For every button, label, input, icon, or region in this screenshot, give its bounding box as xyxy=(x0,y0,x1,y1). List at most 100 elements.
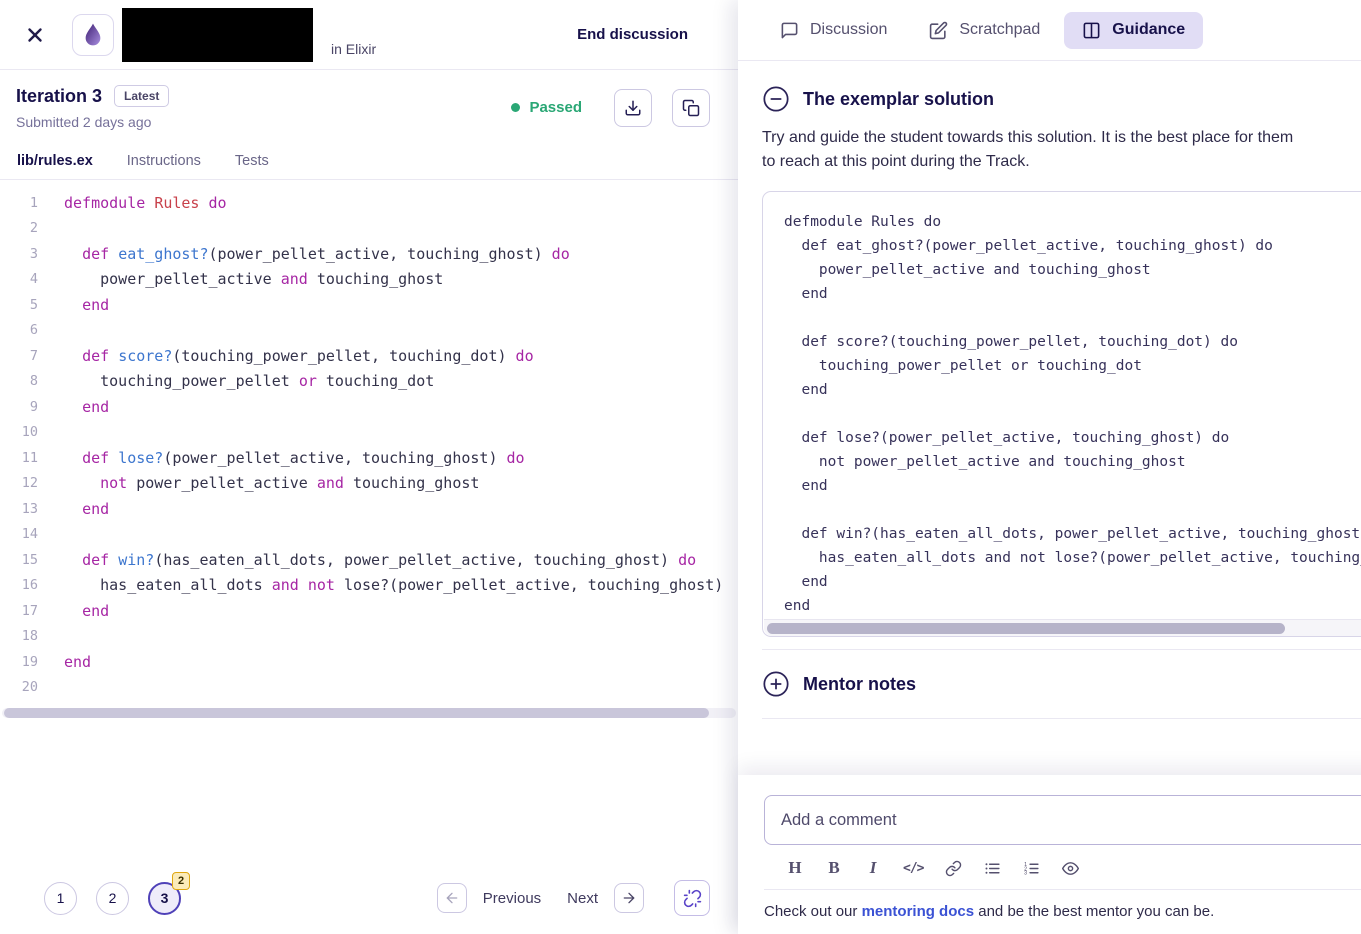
heading-button[interactable]: H xyxy=(786,858,804,877)
code-block-scrollbar-thumb[interactable] xyxy=(767,623,1286,634)
close-button[interactable] xyxy=(22,22,48,48)
bullet-list-button[interactable] xyxy=(983,859,1001,877)
page-button-2[interactable]: 2 xyxy=(96,881,129,915)
mentor-notes-title: Mentor notes xyxy=(803,673,917,694)
exemplar-code: defmodule Rules do def eat_ghost?(power_… xyxy=(784,214,1361,614)
code-line: 14 xyxy=(0,522,738,548)
line-number: 17 xyxy=(21,602,38,619)
previous-label[interactable]: Previous xyxy=(483,890,541,907)
iteration-bar: Iteration 3 Latest Submitted 2 days ago … xyxy=(0,70,738,142)
line-code: def lose?(power_pellet_active, touching_… xyxy=(82,448,525,467)
line-number: 14 xyxy=(21,526,38,543)
line-number: 9 xyxy=(29,398,38,415)
tab-instructions[interactable]: Instructions xyxy=(110,142,218,179)
line-code: def eat_ghost?(power_pellet_active, touc… xyxy=(82,244,570,263)
comment-area: H B I </> 123 Check out our mentoring do… xyxy=(738,775,1361,934)
editor-horizontal-scrollbar[interactable] xyxy=(2,708,736,718)
line-code: end xyxy=(82,499,110,518)
next-page-button[interactable] xyxy=(614,883,644,913)
notification-count-badge: 2 xyxy=(172,871,190,890)
line-number: 11 xyxy=(21,449,38,466)
end-discussion-button[interactable]: End discussion xyxy=(577,26,688,43)
code-line: 19 end xyxy=(0,649,738,675)
code-block-scrollbar[interactable] xyxy=(764,619,1361,636)
link-icon xyxy=(945,860,962,876)
unlink-button[interactable] xyxy=(674,880,710,916)
file-tabs: lib/rules.ex Instructions Tests xyxy=(0,142,738,180)
download-icon xyxy=(625,100,641,115)
code-button[interactable]: </> xyxy=(903,859,925,877)
line-code: def score?(touching_power_pellet, touchi… xyxy=(82,346,534,365)
discussion-icon xyxy=(781,22,798,38)
line-number: 8 xyxy=(29,373,38,390)
iteration-info: Iteration 3 Latest Submitted 2 days ago xyxy=(16,85,170,130)
code-editor: 1 defmodule Rules do 2 3 def eat_ghost?(pow… xyxy=(0,180,738,718)
mentor-panel: Discussion Scratchpad Guidance The exemp… xyxy=(738,0,1361,934)
code-line: 17 end xyxy=(0,598,738,624)
line-code: not power_pellet_active and touching_gho… xyxy=(100,474,480,493)
preview-button[interactable] xyxy=(1061,859,1079,877)
italic-button[interactable]: I xyxy=(864,858,882,877)
line-number: 15 xyxy=(21,551,38,568)
tab-discussion[interactable]: Discussion xyxy=(762,12,905,49)
tab-file-rules[interactable]: lib/rules.ex xyxy=(0,142,110,179)
code-line: 9 end xyxy=(0,394,738,420)
download-button[interactable] xyxy=(614,88,652,127)
line-number: 2 xyxy=(29,220,38,237)
code-line: 13 end xyxy=(0,496,738,522)
line-number: 4 xyxy=(29,271,38,288)
code-line: 7 def score?(touching_power_pellet, touc… xyxy=(0,343,738,369)
tests-status: Passed xyxy=(511,99,582,116)
plus-circle-icon xyxy=(763,671,789,697)
iteration-actions: Passed xyxy=(511,88,710,127)
line-code: def win?(has_eaten_all_dots, power_pelle… xyxy=(82,550,697,569)
line-code: has_eaten_all_dots and not lose?(power_p… xyxy=(64,576,724,595)
code-line: 1 defmodule Rules do xyxy=(0,190,738,216)
page-button-1[interactable]: 1 xyxy=(44,881,77,915)
copy-button[interactable] xyxy=(672,88,710,127)
line-number: 3 xyxy=(29,245,38,262)
minus-circle-icon xyxy=(763,86,789,112)
comment-input[interactable] xyxy=(764,795,1361,845)
code-editor-lines: 1 defmodule Rules do 2 3 def eat_ghost?(pow… xyxy=(0,190,738,700)
solution-header: in Elixir End discussion xyxy=(0,0,738,70)
footer-text-suffix: and be the best mentor you can be. xyxy=(974,903,1215,920)
editor-scrollbar-thumb[interactable] xyxy=(4,708,709,718)
track-logo xyxy=(72,13,114,56)
tab-tests[interactable]: Tests xyxy=(218,142,286,179)
line-number: 10 xyxy=(21,424,38,441)
previous-page-button[interactable] xyxy=(436,883,467,913)
line-number: 20 xyxy=(21,679,38,696)
bullet-list-icon xyxy=(985,862,1000,874)
line-number: 5 xyxy=(29,296,38,313)
bold-button[interactable]: B xyxy=(825,858,843,877)
iteration-pagination: 1 2 3 2 Previous Next xyxy=(0,871,738,934)
tab-scratchpad[interactable]: Scratchpad xyxy=(911,12,1058,49)
numbered-list-icon: 123 xyxy=(1024,862,1039,876)
collapse-section-button[interactable] xyxy=(762,85,790,113)
next-label[interactable]: Next xyxy=(567,890,598,907)
code-line: 20 xyxy=(0,675,738,701)
line-number: 12 xyxy=(21,475,38,492)
track-label: in Elixir xyxy=(331,41,377,57)
page-button-3[interactable]: 3 2 xyxy=(148,871,190,915)
elixir-drop-icon xyxy=(85,23,101,45)
eye-icon xyxy=(1061,861,1079,875)
link-button[interactable] xyxy=(944,859,962,877)
solution-panel: in Elixir End discussion Iteration 3 Lat… xyxy=(0,0,738,934)
broken-link-icon xyxy=(683,889,701,907)
mentoring-docs-link[interactable]: mentoring docs xyxy=(862,903,975,920)
latest-badge: Latest xyxy=(114,85,170,107)
tab-guidance[interactable]: Guidance xyxy=(1064,11,1204,49)
line-number: 18 xyxy=(21,628,38,645)
numbered-list-button[interactable]: 123 xyxy=(1022,859,1040,877)
tab-label: Discussion xyxy=(810,21,888,38)
expand-section-button[interactable] xyxy=(762,670,790,698)
code-line: 8 touching_power_pellet or touching_dot xyxy=(0,369,738,395)
exemplar-code-block: defmodule Rules do def eat_ghost?(power_… xyxy=(762,191,1361,637)
code-line: 16 has_eaten_all_dots and not lose?(powe… xyxy=(0,573,738,599)
line-number: 16 xyxy=(21,577,38,594)
code-line: 3 def eat_ghost?(power_pellet_active, to… xyxy=(0,241,738,267)
code-line: 15 def win?(has_eaten_all_dots, power_pe… xyxy=(0,547,738,573)
close-icon xyxy=(28,27,42,42)
